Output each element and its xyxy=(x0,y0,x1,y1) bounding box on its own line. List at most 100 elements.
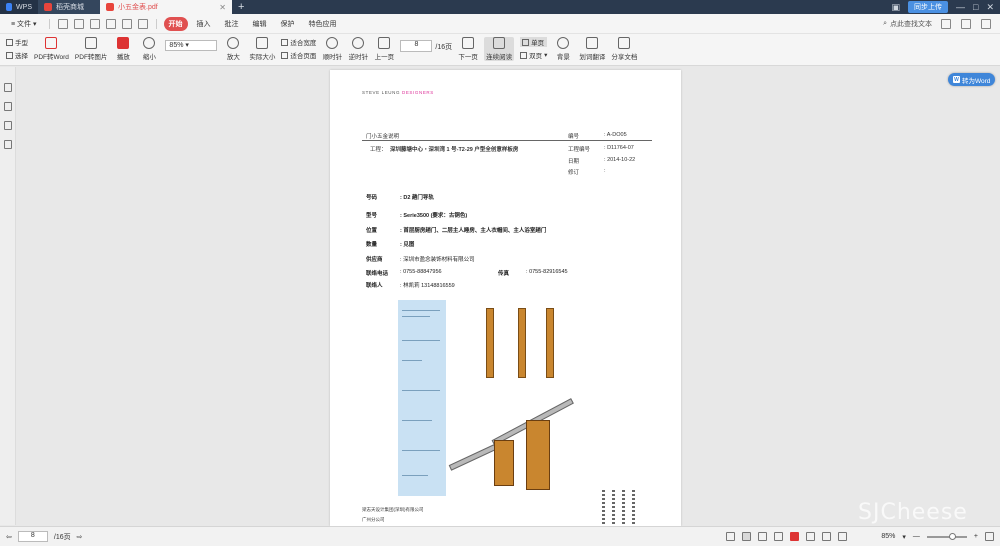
page-number-input[interactable]: 8 xyxy=(400,40,433,52)
hand-tool-button[interactable]: 手型 xyxy=(6,37,28,47)
zoom-in-button[interactable]: 放大 xyxy=(223,37,243,61)
rotate-clockwise-icon xyxy=(326,37,339,49)
pdf-to-word-button[interactable]: PDF转Word xyxy=(34,37,69,61)
separator xyxy=(48,18,50,29)
continuous-view-icon[interactable] xyxy=(774,532,784,541)
single-page-icon xyxy=(522,38,530,46)
double-page-view-icon[interactable] xyxy=(758,532,768,541)
dropdown-chevron-icon[interactable]: ▾ xyxy=(902,533,906,541)
fit-group: 适合宽度 适合页面 xyxy=(281,37,316,60)
brand-header: STEVE LEUNG DESIGNERS xyxy=(362,90,434,95)
menu-protect[interactable]: 保护 xyxy=(276,17,300,31)
background-button[interactable]: 背景 xyxy=(553,37,573,61)
header-rule xyxy=(362,140,652,141)
wood-panel xyxy=(526,420,550,490)
collapse-ribbon-icon[interactable] xyxy=(981,18,991,29)
field-value: : 林凯莉 13148816559 xyxy=(400,283,455,289)
meta-value: : D11764-07 xyxy=(604,145,634,151)
play-icon[interactable] xyxy=(790,532,800,541)
select-tool-button[interactable]: 选择 xyxy=(6,50,28,60)
menu-bar: ≡ 文件 ▾ 开始 插入 批注 编辑 保护 特色应用 ⌕ 点此查找文本 xyxy=(0,14,1000,34)
search-panel-icon[interactable] xyxy=(3,140,12,149)
maximize-icon[interactable]: □ xyxy=(973,2,978,12)
field-value: : 首层厨房趟门、二层主人睡房、主人衣帽间、主人浴室趟门 xyxy=(400,228,547,234)
fit-width-button[interactable]: 适合宽度 xyxy=(281,37,316,47)
settings-icon[interactable] xyxy=(941,18,951,29)
rotate-counterclockwise-button[interactable]: 逆时针 xyxy=(348,37,368,61)
convert-to-word-button[interactable]: W 转为Word xyxy=(948,73,996,86)
zoom-in-icon xyxy=(227,37,240,49)
menu-start[interactable]: 开始 xyxy=(163,16,188,31)
zoom-slider[interactable] xyxy=(926,532,967,540)
export-icon[interactable] xyxy=(105,18,116,29)
tab-pdf-document[interactable]: 小五金表.pdf ✕ xyxy=(100,0,232,14)
share-document-button[interactable]: 分享文档 xyxy=(611,37,637,61)
continuous-read-button[interactable]: 连续阅读 xyxy=(484,37,515,61)
single-page-button[interactable]: 单页 xyxy=(520,37,548,47)
field-value: : 深圳市盈念装饰材料有限公司 xyxy=(400,257,475,263)
play-button[interactable]: 播放 xyxy=(113,37,133,61)
field-label: 位置 xyxy=(366,228,378,234)
layout-icon[interactable]: ▣ xyxy=(892,2,901,13)
status-page-input[interactable]: 8 xyxy=(17,531,48,542)
next-page-icon[interactable]: ⇨ xyxy=(77,533,83,541)
left-sidebar xyxy=(0,67,16,525)
menu-features[interactable]: 特色应用 xyxy=(304,17,342,31)
next-page-button[interactable]: 下一页 xyxy=(458,37,478,61)
word-icon: W xyxy=(953,76,960,83)
actual-size-icon xyxy=(256,37,269,49)
menu-edit[interactable]: 编辑 xyxy=(248,17,272,31)
actual-size-button[interactable]: 实际大小 xyxy=(249,37,275,61)
previous-page-button[interactable]: 上一页 xyxy=(374,37,394,61)
tab-store[interactable]: 稻壳商城 xyxy=(38,0,100,14)
help-icon[interactable] xyxy=(961,18,971,29)
file-menu[interactable]: ≡ 文件 ▾ xyxy=(6,17,42,31)
close-window-icon[interactable]: ✕ xyxy=(986,2,994,13)
field-label: 号码 xyxy=(366,195,378,201)
save-icon[interactable] xyxy=(73,18,84,29)
title-bar: WPS 稻壳商城 小五金表.pdf ✕ + ▣ 同步上传 — □ ✕ xyxy=(0,0,1000,14)
zoom-out-icon[interactable]: — xyxy=(913,533,920,540)
redo-icon[interactable] xyxy=(137,18,148,29)
zoom-select[interactable]: 85% ▾ xyxy=(165,40,218,51)
undo-icon[interactable] xyxy=(121,18,132,29)
pdf-to-image-button[interactable]: PDF转图片 xyxy=(75,37,107,61)
fit-window-icon[interactable] xyxy=(985,532,994,541)
zoom-out-icon xyxy=(143,37,156,49)
fit-page-button[interactable]: 适合页面 xyxy=(281,50,316,60)
bookmark-icon[interactable] xyxy=(3,102,12,111)
continuous-read-icon xyxy=(493,37,506,49)
split-icon[interactable] xyxy=(838,532,848,541)
zoom-out-button[interactable]: 缩小 xyxy=(139,37,159,61)
sync-upload-button[interactable]: 同步上传 xyxy=(908,1,949,13)
print-icon[interactable] xyxy=(89,18,100,29)
menu-insert[interactable]: 插入 xyxy=(192,17,216,31)
find-text-box[interactable]: ⌕ 点此查找文本 xyxy=(883,19,932,29)
menu-annotate[interactable]: 批注 xyxy=(220,17,244,31)
page-layout-group: 单页 双页 ▾ xyxy=(520,37,548,60)
fit-icon[interactable] xyxy=(822,532,832,541)
close-tab-icon[interactable]: ✕ xyxy=(219,3,226,12)
translate-button[interactable]: 划词翻译 xyxy=(579,37,605,61)
single-page-view-icon[interactable] xyxy=(742,532,752,541)
eye-protect-icon[interactable] xyxy=(726,532,736,541)
fullscreen-icon[interactable] xyxy=(806,532,816,541)
door-frame-section xyxy=(486,308,494,378)
pdf-to-image-icon xyxy=(85,37,98,49)
zoom-in-icon[interactable]: + xyxy=(974,533,978,540)
zoom-slider-handle[interactable] xyxy=(948,532,956,540)
wood-panel xyxy=(494,440,514,486)
prev-page-icon[interactable]: ⇦ xyxy=(6,533,12,541)
minimize-icon[interactable]: — xyxy=(956,2,965,12)
field-label: 供应商 xyxy=(366,257,383,263)
open-icon[interactable] xyxy=(57,18,68,29)
annotation-icon[interactable] xyxy=(3,121,12,130)
new-tab-button[interactable]: + xyxy=(232,1,250,13)
tab-label: 小五金表.pdf xyxy=(118,4,158,11)
tab-wps[interactable]: WPS xyxy=(0,0,38,14)
footer-branch: 广州分公司 xyxy=(362,517,385,522)
thumbnail-icon[interactable] xyxy=(3,83,12,92)
search-icon: ⌕ xyxy=(883,19,887,27)
double-page-button[interactable]: 双页 ▾ xyxy=(520,50,547,60)
rotate-clockwise-button[interactable]: 顺时针 xyxy=(322,37,342,61)
